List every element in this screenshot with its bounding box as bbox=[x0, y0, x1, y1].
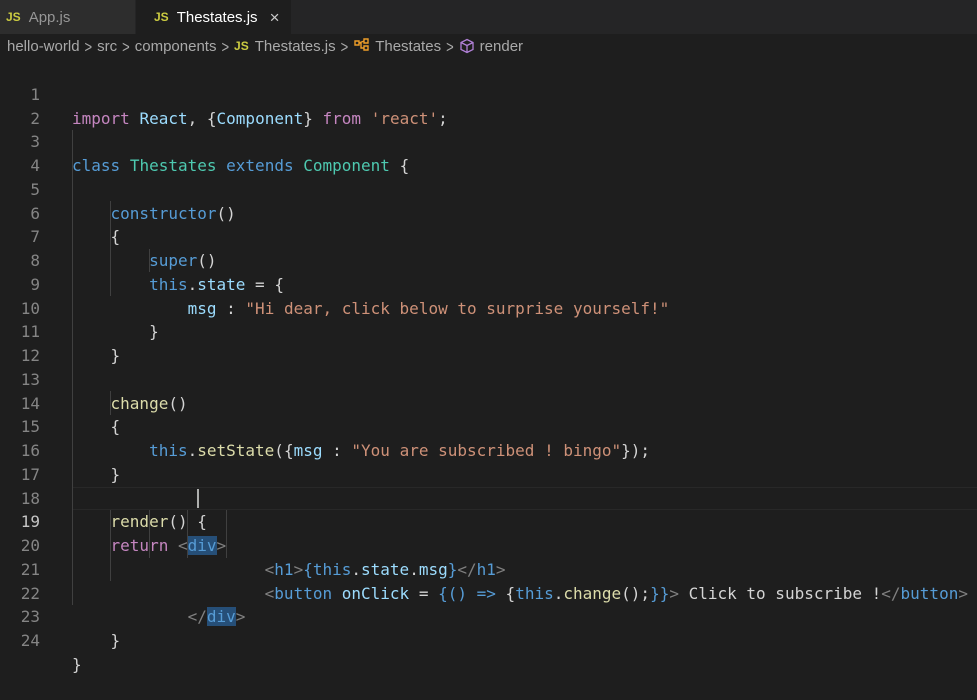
tab-app-js[interactable]: JS App.js bbox=[0, 0, 136, 34]
code-line: 18 render() { bbox=[0, 463, 977, 532]
code-line: 1 import React, {Component} from 'react'… bbox=[0, 59, 977, 128]
chevron-right-icon: > bbox=[446, 36, 454, 56]
code-line: 2 bbox=[0, 83, 977, 128]
code-line: 13 change() bbox=[0, 344, 977, 413]
code-line: 21 <button onClick = {() => {this.change… bbox=[0, 534, 977, 603]
breadcrumb-item-method[interactable]: render bbox=[480, 38, 523, 55]
code-line: 8 this.state = { bbox=[0, 225, 977, 294]
close-icon[interactable]: × bbox=[270, 9, 280, 26]
code-line: 12 bbox=[0, 320, 977, 365]
chevron-right-icon: > bbox=[122, 36, 130, 56]
code-line: 22 </div> bbox=[0, 558, 977, 627]
line-number: 24 bbox=[20, 631, 40, 650]
tab-bar: JS App.js JS Thestates.js × bbox=[0, 0, 977, 34]
method-symbol-icon bbox=[459, 38, 475, 54]
code-line: 9 msg : "Hi dear, click below to surpris… bbox=[0, 249, 977, 318]
token: } bbox=[110, 631, 121, 650]
breadcrumb-item-file[interactable]: Thestates.js bbox=[255, 38, 336, 55]
code-line: 15 this.setState({msg : "You are subscri… bbox=[0, 392, 977, 460]
tab-label: App.js bbox=[28, 8, 71, 26]
text-cursor bbox=[197, 489, 199, 508]
chevron-right-icon: > bbox=[340, 36, 349, 56]
code-line: 24 } bbox=[0, 605, 977, 674]
code-line: 14 { bbox=[0, 368, 977, 437]
code-line: 7 super() bbox=[0, 202, 977, 270]
code-line: 3 class Thestates extends Component { bbox=[0, 107, 977, 175]
breadcrumb: hello-world > src > components > JS Thes… bbox=[0, 34, 977, 58]
javascript-file-icon: JS bbox=[234, 39, 249, 53]
code-line: 20 <h1>{this.state.msg}</h1> bbox=[0, 510, 977, 579]
tab-thestates-js[interactable]: JS Thestates.js × bbox=[136, 0, 292, 34]
breadcrumb-item-components[interactable]: components bbox=[135, 38, 217, 55]
code-line: 11 } bbox=[0, 297, 977, 365]
token: } bbox=[72, 654, 82, 674]
code-line: 6 { bbox=[0, 178, 977, 247]
code-line: 10 } bbox=[0, 273, 977, 342]
breadcrumb-item-class[interactable]: Thestates bbox=[375, 38, 441, 55]
code-line: 23 } bbox=[0, 582, 977, 650]
javascript-file-icon: JS bbox=[154, 10, 169, 24]
code-line: 16 } bbox=[0, 415, 977, 484]
code-line: 4 bbox=[0, 130, 977, 175]
code-text: } bbox=[72, 629, 121, 653]
breadcrumb-item-src[interactable]: src bbox=[97, 38, 117, 55]
breadcrumb-item-hello-world[interactable]: hello-world bbox=[7, 38, 80, 55]
chevron-right-icon: > bbox=[84, 36, 93, 56]
code-line-active: 19 return <div> bbox=[0, 487, 977, 555]
chevron-right-icon: > bbox=[221, 36, 230, 56]
code-line: 17 bbox=[0, 439, 977, 484]
tab-label: Thestates.js bbox=[176, 8, 258, 26]
class-symbol-icon bbox=[353, 38, 371, 54]
code-editor[interactable]: 1 import React, {Component} from 'react'… bbox=[0, 59, 977, 674]
javascript-file-icon: JS bbox=[6, 10, 21, 24]
code-line: 5 constructor() bbox=[0, 154, 977, 223]
code-text: } bbox=[72, 653, 82, 677]
